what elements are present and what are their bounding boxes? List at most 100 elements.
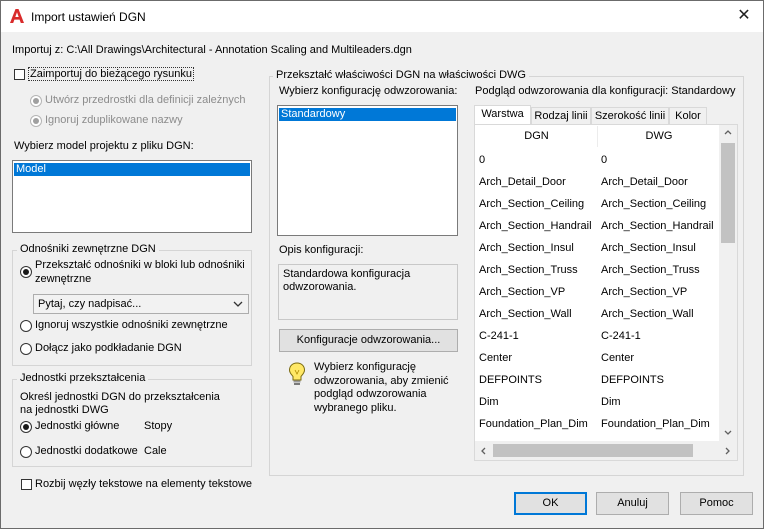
units-desc-line2: na jednostki DWG [20, 404, 109, 416]
table-cell-dgn: Arch_Section_Wall [479, 308, 572, 320]
table-cell-dgn: DEFPOINTS [479, 374, 542, 386]
explode-text-label: Rozbij węzły tekstowe na elementy teksto… [35, 478, 253, 490]
table-cell-dwg: Arch_Section_Wall [601, 308, 694, 320]
hint-line: odwzorowania, aby zmienić [314, 374, 449, 387]
xrefs-group-title: Odnośniki zewnętrzne DGN [17, 243, 159, 255]
tab-label: Szerokość linii [594, 110, 666, 122]
create-prefixes-radio[interactable] [30, 95, 42, 107]
import-from-row: Importuj z: C:\All Drawings\Architectura… [12, 44, 412, 56]
table-cell-dgn: Foundation_Plan_Dim [479, 418, 588, 430]
dialog-window: Import ustawień DGN ✕ Importuj z: C:\All… [0, 0, 764, 529]
table-cell-dgn: Dim [479, 396, 499, 408]
explode-text-checkbox[interactable] [21, 479, 32, 490]
scroll-right-arrow-icon[interactable] [725, 447, 730, 455]
ignore-xrefs-radio[interactable] [20, 320, 32, 332]
list-item-config[interactable]: Standardowy [279, 108, 456, 121]
import-into-current-label[interactable]: Zaimportuj do bieżącego rysunku [27, 67, 195, 81]
hint-text: Wybierz konfigurację odwzorowania, aby z… [314, 361, 449, 415]
table-cell-dwg: Arch_Section_Insul [601, 242, 696, 254]
chevron-down-icon [233, 301, 243, 307]
tab-layer[interactable]: Warstwa [474, 105, 531, 126]
master-units-radio[interactable] [20, 421, 32, 433]
table-cell-dwg: Arch_Section_Truss [601, 264, 700, 276]
ignore-xrefs-label: Ignoruj wszystkie odnośniki zewnętrzne [35, 319, 228, 331]
tab-label: Rodzaj linii [534, 110, 588, 122]
config-desc-line2: odwzorowania. [283, 281, 357, 293]
table-cell-dwg: Foundation_Plan_Dim [601, 418, 710, 430]
table-cell-dgn: Arch_Section_Truss [479, 264, 578, 276]
table-cell-dwg: Arch_Section_Handrail [601, 220, 714, 232]
title-bar: Import ustawień DGN ✕ [1, 1, 763, 32]
config-desc-label: Opis konfiguracji: [279, 244, 364, 256]
ignore-duplicates-radio[interactable] [30, 115, 42, 127]
preview-horizontal-scrollbar[interactable] [475, 441, 737, 460]
autocad-logo-icon [10, 9, 24, 23]
table-cell-dgn: 0 [479, 154, 486, 166]
table-cell-dgn: Arch_Detail_Door [479, 176, 566, 188]
preview-vertical-scrollbar[interactable] [719, 125, 737, 441]
help-button[interactable]: Pomoc [680, 492, 753, 515]
config-desc-line1: Standardowa konfiguracja [283, 268, 411, 280]
table-cell-dwg: Arch_Section_Ceiling [601, 198, 707, 210]
master-units-label: Jednostki główne [35, 420, 120, 432]
units-group-title: Jednostki przekształcenia [17, 372, 149, 384]
attach-underlay-radio[interactable] [20, 343, 32, 355]
create-prefixes-label: Utwórz przedrostki dla definicji zależny… [45, 94, 246, 106]
table-cell-dwg: DEFPOINTS [601, 374, 664, 386]
window-title: Import ustawień DGN [31, 10, 146, 24]
table-cell-dwg: C-241-1 [601, 330, 641, 342]
hint-line: wybranego pliku. [314, 401, 397, 414]
overwrite-combo[interactable]: Pytaj, czy nadpisać... [33, 294, 249, 314]
hint-line: Wybierz konfigurację [314, 361, 416, 373]
preview-grid[interactable]: DGN DWG 0 0 Arch_Detail_Door Arch_Detail_Do… [474, 124, 738, 461]
table-cell-dwg: 0 [601, 154, 608, 166]
import-into-current-checkbox[interactable] [14, 69, 25, 80]
table-cell-dgn: Arch_Section_VP [479, 286, 566, 298]
ignore-duplicates-label: Ignoruj zduplikowane nazwy [45, 114, 183, 126]
hint-line: podgląd odwzorowania [314, 388, 427, 400]
import-from-label: Importuj z: [12, 44, 64, 56]
mapping-configs-button[interactable]: Konfiguracje odwzorowania... [279, 329, 458, 352]
tab-color[interactable]: Kolor [669, 107, 707, 125]
table-cell-dwg: Dim [601, 396, 621, 408]
help-button-label: Pomoc [699, 497, 734, 509]
column-header-dgn: DGN [476, 126, 597, 147]
sub-units-label: Jednostki dodatkowe [35, 445, 138, 457]
list-item-model[interactable]: Model [14, 163, 250, 176]
config-desc-box: Standardowa konfiguracja odwzorowania. [278, 264, 458, 320]
sub-units-radio[interactable] [20, 446, 32, 458]
mapping-configs-button-label: Konfiguracje odwzorowania... [296, 334, 441, 346]
tab-linetype[interactable]: Rodzaj linii [531, 107, 591, 125]
config-listbox[interactable]: Standardowy [277, 105, 458, 236]
mapping-group-title: Przekształć właściwości DGN na właściwoś… [273, 69, 529, 81]
convert-xrefs-label-line2: zewnętrzne [35, 273, 92, 285]
scroll-left-arrow-icon[interactable] [481, 447, 486, 455]
scroll-up-arrow-icon[interactable] [724, 130, 732, 135]
convert-xrefs-label-line1: Przekształć odnośniki w bloki lub odnośn… [35, 259, 245, 271]
table-cell-dgn: C-241-1 [479, 330, 519, 342]
cancel-button-label: Anuluj [617, 497, 648, 509]
tab-lineweight[interactable]: Szerokość linii [591, 107, 669, 125]
scrollbar-thumb[interactable] [493, 444, 693, 457]
ok-button-label: OK [542, 497, 559, 509]
attach-underlay-label: Dołącz jako podkładanie DGN [35, 342, 182, 354]
cancel-button[interactable]: Anuluj [596, 492, 669, 515]
table-cell-dgn: Arch_Section_Insul [479, 242, 574, 254]
master-units-value: Stopy [144, 420, 173, 432]
table-cell-dwg: Center [601, 352, 635, 364]
convert-xrefs-radio[interactable] [20, 266, 32, 278]
preview-title: Podgląd odwzorowania dla konfiguracji: S… [475, 85, 736, 97]
ok-button[interactable]: OK [514, 492, 587, 515]
select-config-label: Wybierz konfigurację odwzorowania: [279, 85, 458, 97]
units-desc-line1: Określ jednostki DGN do przekształcenia [20, 391, 220, 403]
table-cell-dwg: Arch_Section_VP [601, 286, 688, 298]
import-from-path: C:\All Drawings\Architectural - Annotati… [66, 44, 412, 56]
model-listbox[interactable]: Model [12, 160, 252, 233]
scroll-down-arrow-icon[interactable] [724, 430, 732, 435]
lightbulb-icon [288, 362, 306, 385]
close-icon[interactable]: ✕ [733, 5, 755, 27]
sub-units-value: Cale [144, 445, 167, 457]
model-label: Wybierz model projektu z pliku DGN: [14, 140, 194, 152]
scrollbar-thumb[interactable] [721, 143, 735, 243]
table-cell-dgn: Arch_Section_Ceiling [479, 198, 585, 210]
